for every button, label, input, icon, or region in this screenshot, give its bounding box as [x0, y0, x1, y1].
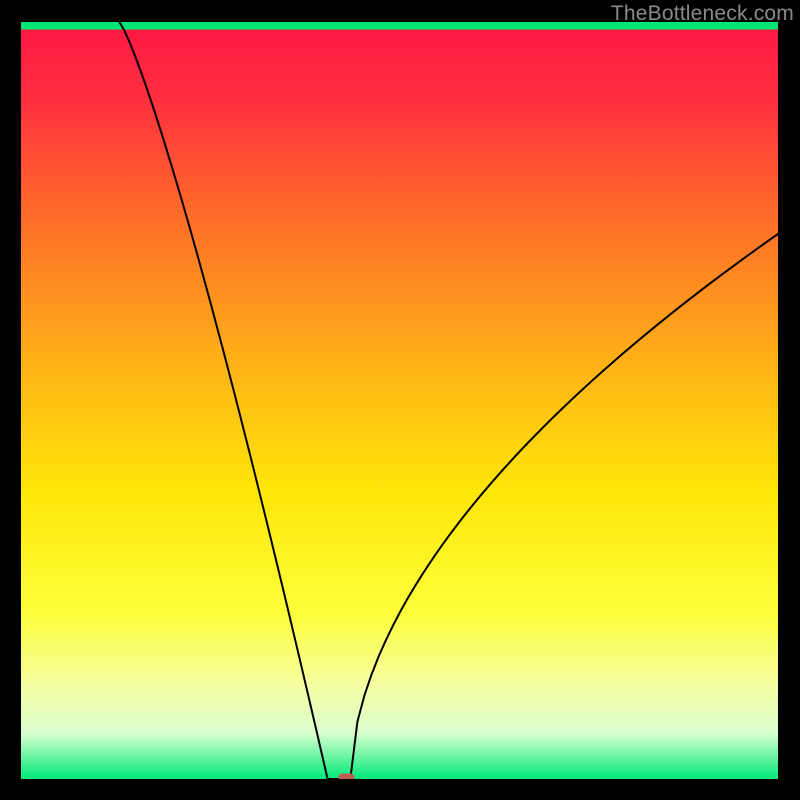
bottleneck-chart — [21, 22, 778, 779]
gradient-background — [21, 22, 778, 779]
optimum-marker — [339, 774, 355, 780]
chart-frame — [21, 22, 778, 779]
watermark-label: TheBottleneck.com — [611, 2, 794, 26]
